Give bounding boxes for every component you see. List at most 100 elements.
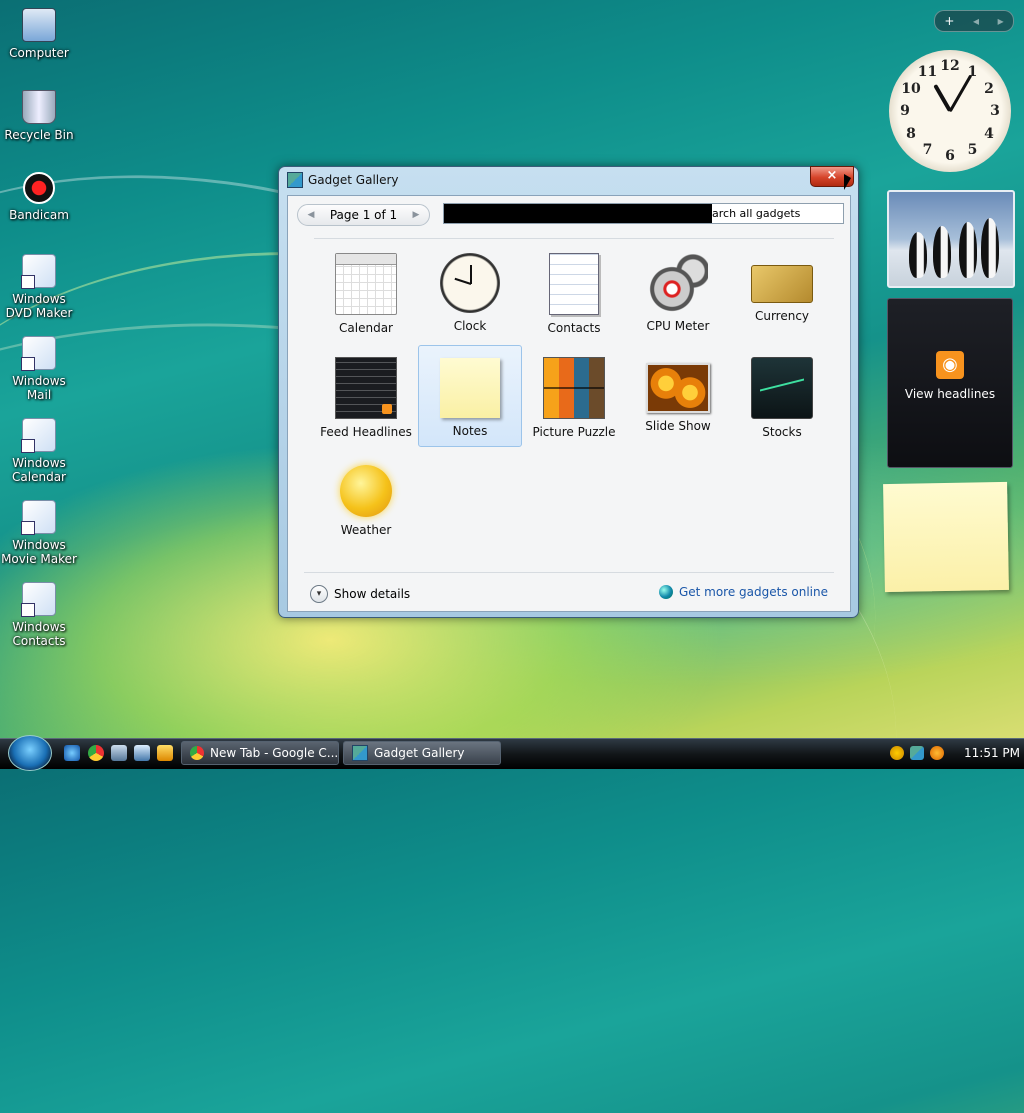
- currency-icon: [751, 265, 813, 303]
- switch-windows-icon[interactable]: [134, 745, 150, 761]
- computer-icon: [22, 8, 56, 42]
- get-more-gadgets-link[interactable]: Get more gadgets online: [658, 585, 828, 599]
- dvd-maker-icon: [21, 254, 56, 289]
- clock-icon: [440, 253, 500, 313]
- notes-icon: [440, 358, 500, 418]
- notes-gadget[interactable]: [883, 481, 1009, 593]
- gadget-gallery-icon: [287, 172, 303, 188]
- gadget-tile-stocks[interactable]: Stocks: [730, 345, 834, 447]
- gadget-tile-feed-headlines[interactable]: Feed Headlines: [314, 345, 418, 447]
- internet-explorer-icon[interactable]: [64, 745, 80, 761]
- desktop-icon-mail[interactable]: Windows Mail: [0, 336, 78, 402]
- system-tray: 11:51 PM: [890, 741, 1024, 765]
- contacts-icon: [549, 253, 599, 315]
- gadget-grid: Calendar Clock Contacts CPU Meter Curren…: [314, 238, 834, 569]
- window-title-bar: Gadget Gallery: [287, 172, 399, 188]
- gadget-label: Notes: [452, 424, 488, 438]
- redacted-region: [444, 204, 712, 223]
- bandicam-tray-icon[interactable]: [930, 746, 944, 760]
- gadget-label: Feed Headlines: [320, 425, 412, 439]
- taskbar-item-gadget-gallery[interactable]: Gadget Gallery: [343, 741, 501, 765]
- gadget-label: Slide Show: [645, 419, 711, 433]
- clock-numeral: 7: [922, 141, 933, 158]
- taskbar-item-label: Gadget Gallery: [374, 746, 465, 760]
- desktop-icon-recycle-bin[interactable]: Recycle Bin: [0, 90, 78, 142]
- penguin-image: [933, 226, 951, 278]
- desktop-icon-label: Windows Movie Maker: [1, 538, 77, 566]
- desktop-icon-computer[interactable]: Computer: [0, 8, 78, 60]
- globe-icon: [658, 585, 673, 599]
- clock-numeral: 9: [900, 103, 910, 119]
- penguin-image: [981, 218, 999, 278]
- gadget-tile-picture-puzzle[interactable]: Picture Puzzle: [522, 345, 626, 447]
- taskbar-item-chrome[interactable]: New Tab - Google C...: [181, 741, 339, 765]
- gadget-label: Contacts: [547, 321, 601, 335]
- next-page-button[interactable]: ▶: [409, 210, 423, 220]
- gadget-tile-clock[interactable]: Clock: [418, 241, 522, 343]
- get-more-gadgets-label: Get more gadgets online: [678, 585, 828, 599]
- desktop-icon-label: Windows DVD Maker: [5, 292, 73, 320]
- search-input[interactable]: arch all gadgets: [443, 203, 844, 224]
- weather-icon: [340, 465, 392, 517]
- cpu-meter-icon: [648, 253, 708, 313]
- gadget-tile-calendar[interactable]: Calendar: [314, 241, 418, 343]
- gallery-body: ◀ Page 1 of 1 ▶ arch all gadgets Calenda…: [287, 195, 851, 612]
- clock-numeral: 11: [917, 64, 938, 81]
- clock-time[interactable]: 11:51 PM: [964, 746, 1020, 760]
- search-icon[interactable]: [890, 746, 904, 760]
- recycle-bin-icon: [22, 90, 56, 124]
- desktop-icon-label: Computer: [9, 46, 69, 60]
- media-player-icon[interactable]: [157, 745, 173, 761]
- picture-puzzle-icon: [543, 357, 605, 419]
- clock-numeral: 8: [906, 125, 916, 142]
- rss-icon: ◉: [936, 351, 964, 379]
- prev-page-button[interactable]: ◀: [304, 210, 318, 220]
- page-indicator: Page 1 of 1: [329, 208, 398, 222]
- taskbar: [0, 738, 1024, 769]
- minute-hand: [948, 74, 973, 113]
- clock-numeral: 3: [990, 103, 1000, 119]
- show-desktop-icon[interactable]: [111, 745, 127, 761]
- desktop-icon-label: Bandicam: [9, 208, 69, 222]
- gadget-label: Weather: [340, 523, 392, 537]
- sidebar-prev-button[interactable]: ◂: [973, 14, 979, 28]
- mouse-cursor-icon: [844, 174, 851, 190]
- calendar-icon: [335, 253, 397, 315]
- add-gadget-button[interactable]: +: [944, 14, 954, 28]
- chrome-icon[interactable]: [88, 745, 104, 761]
- gadget-label: Currency: [754, 309, 810, 323]
- desktop-icon-label: Windows Mail: [12, 374, 66, 402]
- show-details-label: Show details: [334, 587, 411, 601]
- gadget-label: CPU Meter: [646, 319, 710, 333]
- feed-headlines-gadget[interactable]: ◉ View headlines: [887, 298, 1013, 468]
- desktop-icon-bandicam[interactable]: Bandicam: [0, 172, 78, 222]
- gadget-tile-contacts[interactable]: Contacts: [522, 241, 626, 343]
- desktop-icon-movie-maker[interactable]: Windows Movie Maker: [0, 500, 78, 566]
- clock-numeral: 4: [984, 125, 994, 142]
- slide-show-gadget[interactable]: [887, 190, 1015, 288]
- gadget-label: Calendar: [339, 321, 393, 335]
- sidebar-next-button[interactable]: ▸: [998, 14, 1004, 28]
- clock-numeral: 2: [984, 80, 994, 97]
- desktop-icon-contacts[interactable]: Windows Contacts: [0, 582, 78, 648]
- gadget-tile-notes[interactable]: Notes: [418, 345, 522, 447]
- gadget-label: Clock: [453, 319, 487, 333]
- clock-numeral: 10: [901, 80, 921, 97]
- gadget-tile-currency[interactable]: Currency: [730, 241, 834, 343]
- chrome-icon: [190, 746, 204, 760]
- penguin-image: [959, 222, 977, 278]
- desktop-icon-dvd-maker[interactable]: Windows DVD Maker: [0, 254, 78, 320]
- view-headlines-link[interactable]: View headlines: [888, 387, 1012, 401]
- stocks-icon: [751, 357, 813, 419]
- sidebar-tray-icon[interactable]: [910, 746, 924, 760]
- bandicam-icon: [23, 172, 55, 204]
- clock-gadget[interactable]: 12 1 2 3 4 5 6 7 8 9 10 11: [889, 50, 1011, 172]
- gadget-tile-weather[interactable]: Weather: [314, 449, 418, 551]
- gadget-tile-cpu-meter[interactable]: CPU Meter: [626, 241, 730, 343]
- slide-show-icon: [646, 363, 710, 413]
- gadget-tile-slide-show[interactable]: Slide Show: [626, 345, 730, 447]
- desktop-icon-calendar[interactable]: Windows Calendar: [0, 418, 78, 484]
- show-details-toggle[interactable]: ▾ Show details: [310, 585, 410, 603]
- penguin-image: [909, 232, 927, 278]
- start-button[interactable]: [8, 735, 52, 771]
